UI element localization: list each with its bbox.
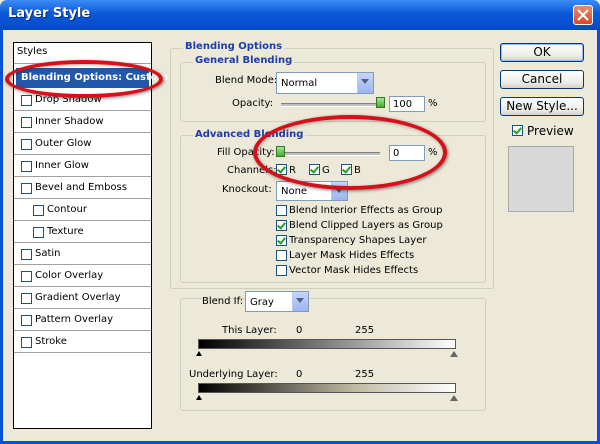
style-checkbox[interactable] xyxy=(21,293,32,304)
advanced-option-label: Layer Mask Hides Effects xyxy=(289,250,415,261)
style-checkbox[interactable] xyxy=(21,271,32,282)
advanced-option-checkbox[interactable] xyxy=(276,220,287,231)
style-item-label[interactable]: Texture xyxy=(47,226,84,237)
divider xyxy=(14,198,151,199)
opacity-value: 100 xyxy=(393,99,413,110)
style-item-label[interactable]: Bevel and Emboss xyxy=(35,182,127,193)
advanced-option-checkbox[interactable] xyxy=(276,205,287,216)
style-item-label[interactable]: Outer Glow xyxy=(35,138,91,149)
style-item-label[interactable]: Stroke xyxy=(35,336,67,347)
style-item-label[interactable]: Satin xyxy=(35,248,61,259)
opacity-unit: % xyxy=(428,98,438,109)
this-layer-label: This Layer: xyxy=(222,325,277,336)
divider xyxy=(14,132,151,133)
style-checkbox[interactable] xyxy=(21,249,32,260)
close-icon xyxy=(577,9,589,21)
window-title: Layer Style xyxy=(8,6,91,21)
blend-if-value: Gray xyxy=(250,297,274,308)
blend-mode-value: Normal xyxy=(281,78,318,89)
divider xyxy=(14,110,151,111)
knockout-value: None xyxy=(281,186,308,197)
advanced-option-label: Vector Mask Hides Effects xyxy=(289,265,419,276)
style-checkbox[interactable] xyxy=(21,117,32,128)
blend-if-group xyxy=(180,298,486,411)
style-checkbox[interactable] xyxy=(21,337,32,348)
blend-mode-select[interactable]: Normal xyxy=(276,72,374,94)
advanced-option-checkbox[interactable] xyxy=(276,235,287,246)
this-layer-gradient[interactable] xyxy=(198,339,456,349)
opacity-slider-track[interactable] xyxy=(281,103,381,107)
style-checkbox[interactable] xyxy=(33,205,44,216)
advanced-option-label: Transparency Shapes Layer xyxy=(289,235,427,246)
this-layer-min: 0 xyxy=(296,325,303,336)
blending-options-title: Blending Options xyxy=(183,41,285,52)
style-item-label[interactable]: Gradient Overlay xyxy=(35,292,121,303)
underlying-layer-min: 0 xyxy=(296,369,303,380)
advanced-option-label: Blend Clipped Layers as Group xyxy=(289,220,443,231)
advanced-option-label: Blend Interior Effects as Group xyxy=(289,205,443,216)
preview-swatch xyxy=(508,146,574,212)
divider xyxy=(14,352,151,353)
style-item-label[interactable]: Pattern Overlay xyxy=(35,314,113,325)
close-button[interactable] xyxy=(573,5,593,25)
divider xyxy=(14,220,151,221)
style-item-label[interactable]: Color Overlay xyxy=(35,270,103,281)
this-layer-max: 255 xyxy=(355,325,375,336)
opacity-input[interactable]: 100 xyxy=(389,96,425,112)
styles-header[interactable]: Styles xyxy=(17,46,47,57)
style-checkbox[interactable] xyxy=(21,95,32,106)
divider xyxy=(14,176,151,177)
opacity-slider-thumb[interactable] xyxy=(376,97,385,108)
preview-label: Preview xyxy=(527,124,574,138)
divider xyxy=(14,242,151,243)
highlight-ellipse-blending-options xyxy=(5,60,163,98)
divider xyxy=(14,330,151,331)
style-checkbox[interactable] xyxy=(21,161,32,172)
underlying-layer-black-slider[interactable] xyxy=(196,395,202,400)
cancel-button[interactable]: Cancel xyxy=(500,70,584,89)
divider xyxy=(14,154,151,155)
new-style-button[interactable]: New Style... xyxy=(500,97,584,116)
highlight-ellipse-fill-opacity xyxy=(253,115,447,190)
blend-mode-label: Blend Mode: xyxy=(215,75,278,86)
style-item-label[interactable]: Inner Glow xyxy=(35,160,89,171)
blend-if-select[interactable]: Gray xyxy=(245,291,309,312)
chevron-down-icon[interactable] xyxy=(357,73,373,93)
general-blending-title: General Blending xyxy=(193,55,295,66)
underlying-layer-gradient[interactable] xyxy=(198,383,456,393)
window-frame-left xyxy=(0,30,3,444)
underlying-layer-label: Underlying Layer: xyxy=(189,369,278,380)
underlying-layer-max: 255 xyxy=(355,369,375,380)
knockout-label: Knockout: xyxy=(222,184,272,195)
preview-checkbox[interactable] xyxy=(512,125,523,136)
advanced-option-checkbox[interactable] xyxy=(276,250,287,261)
divider xyxy=(14,308,151,309)
this-layer-black-slider[interactable] xyxy=(196,351,202,356)
style-item-label[interactable]: Contour xyxy=(47,204,87,215)
style-checkbox[interactable] xyxy=(21,183,32,194)
underlying-layer-white-slider[interactable] xyxy=(450,395,458,401)
chevron-down-icon[interactable] xyxy=(292,292,308,311)
divider xyxy=(14,286,151,287)
opacity-label: Opacity: xyxy=(232,98,274,109)
style-checkbox[interactable] xyxy=(21,315,32,326)
blend-if-label: Blend If: xyxy=(202,296,244,307)
style-checkbox[interactable] xyxy=(21,139,32,150)
this-layer-white-slider[interactable] xyxy=(450,351,458,357)
advanced-option-checkbox[interactable] xyxy=(276,265,287,276)
style-item-label[interactable]: Inner Shadow xyxy=(35,116,104,127)
style-checkbox[interactable] xyxy=(33,227,44,238)
ok-button[interactable]: OK xyxy=(500,43,584,62)
divider xyxy=(14,264,151,265)
